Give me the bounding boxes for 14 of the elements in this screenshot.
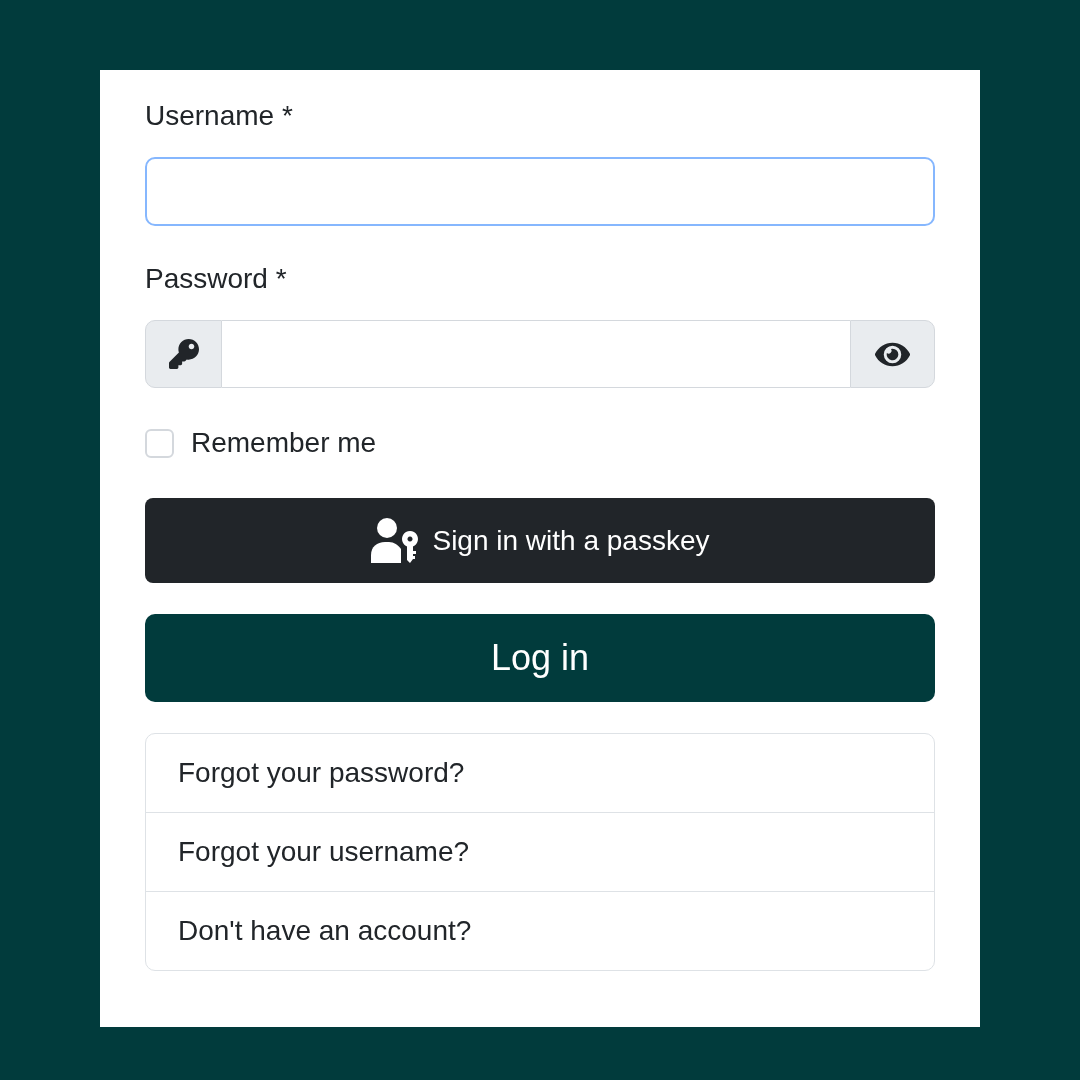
- account-link[interactable]: Don't have an account?: [146, 891, 934, 970]
- username-field[interactable]: [145, 157, 935, 226]
- remember-checkbox[interactable]: [145, 428, 174, 458]
- show-password-button[interactable]: [850, 320, 935, 388]
- login-button[interactable]: Log in: [145, 614, 935, 702]
- user-key-icon: [370, 516, 421, 565]
- remember-label: Remember me: [191, 426, 377, 460]
- account-link[interactable]: Forgot your username?: [146, 812, 934, 891]
- password-field[interactable]: [222, 320, 850, 388]
- account-link[interactable]: Forgot your password?: [146, 734, 934, 812]
- username-label: Username *: [145, 99, 293, 133]
- key-icon: [168, 339, 199, 369]
- passkey-button[interactable]: Sign in with a passkey: [145, 498, 935, 583]
- password-label: Password *: [145, 262, 287, 296]
